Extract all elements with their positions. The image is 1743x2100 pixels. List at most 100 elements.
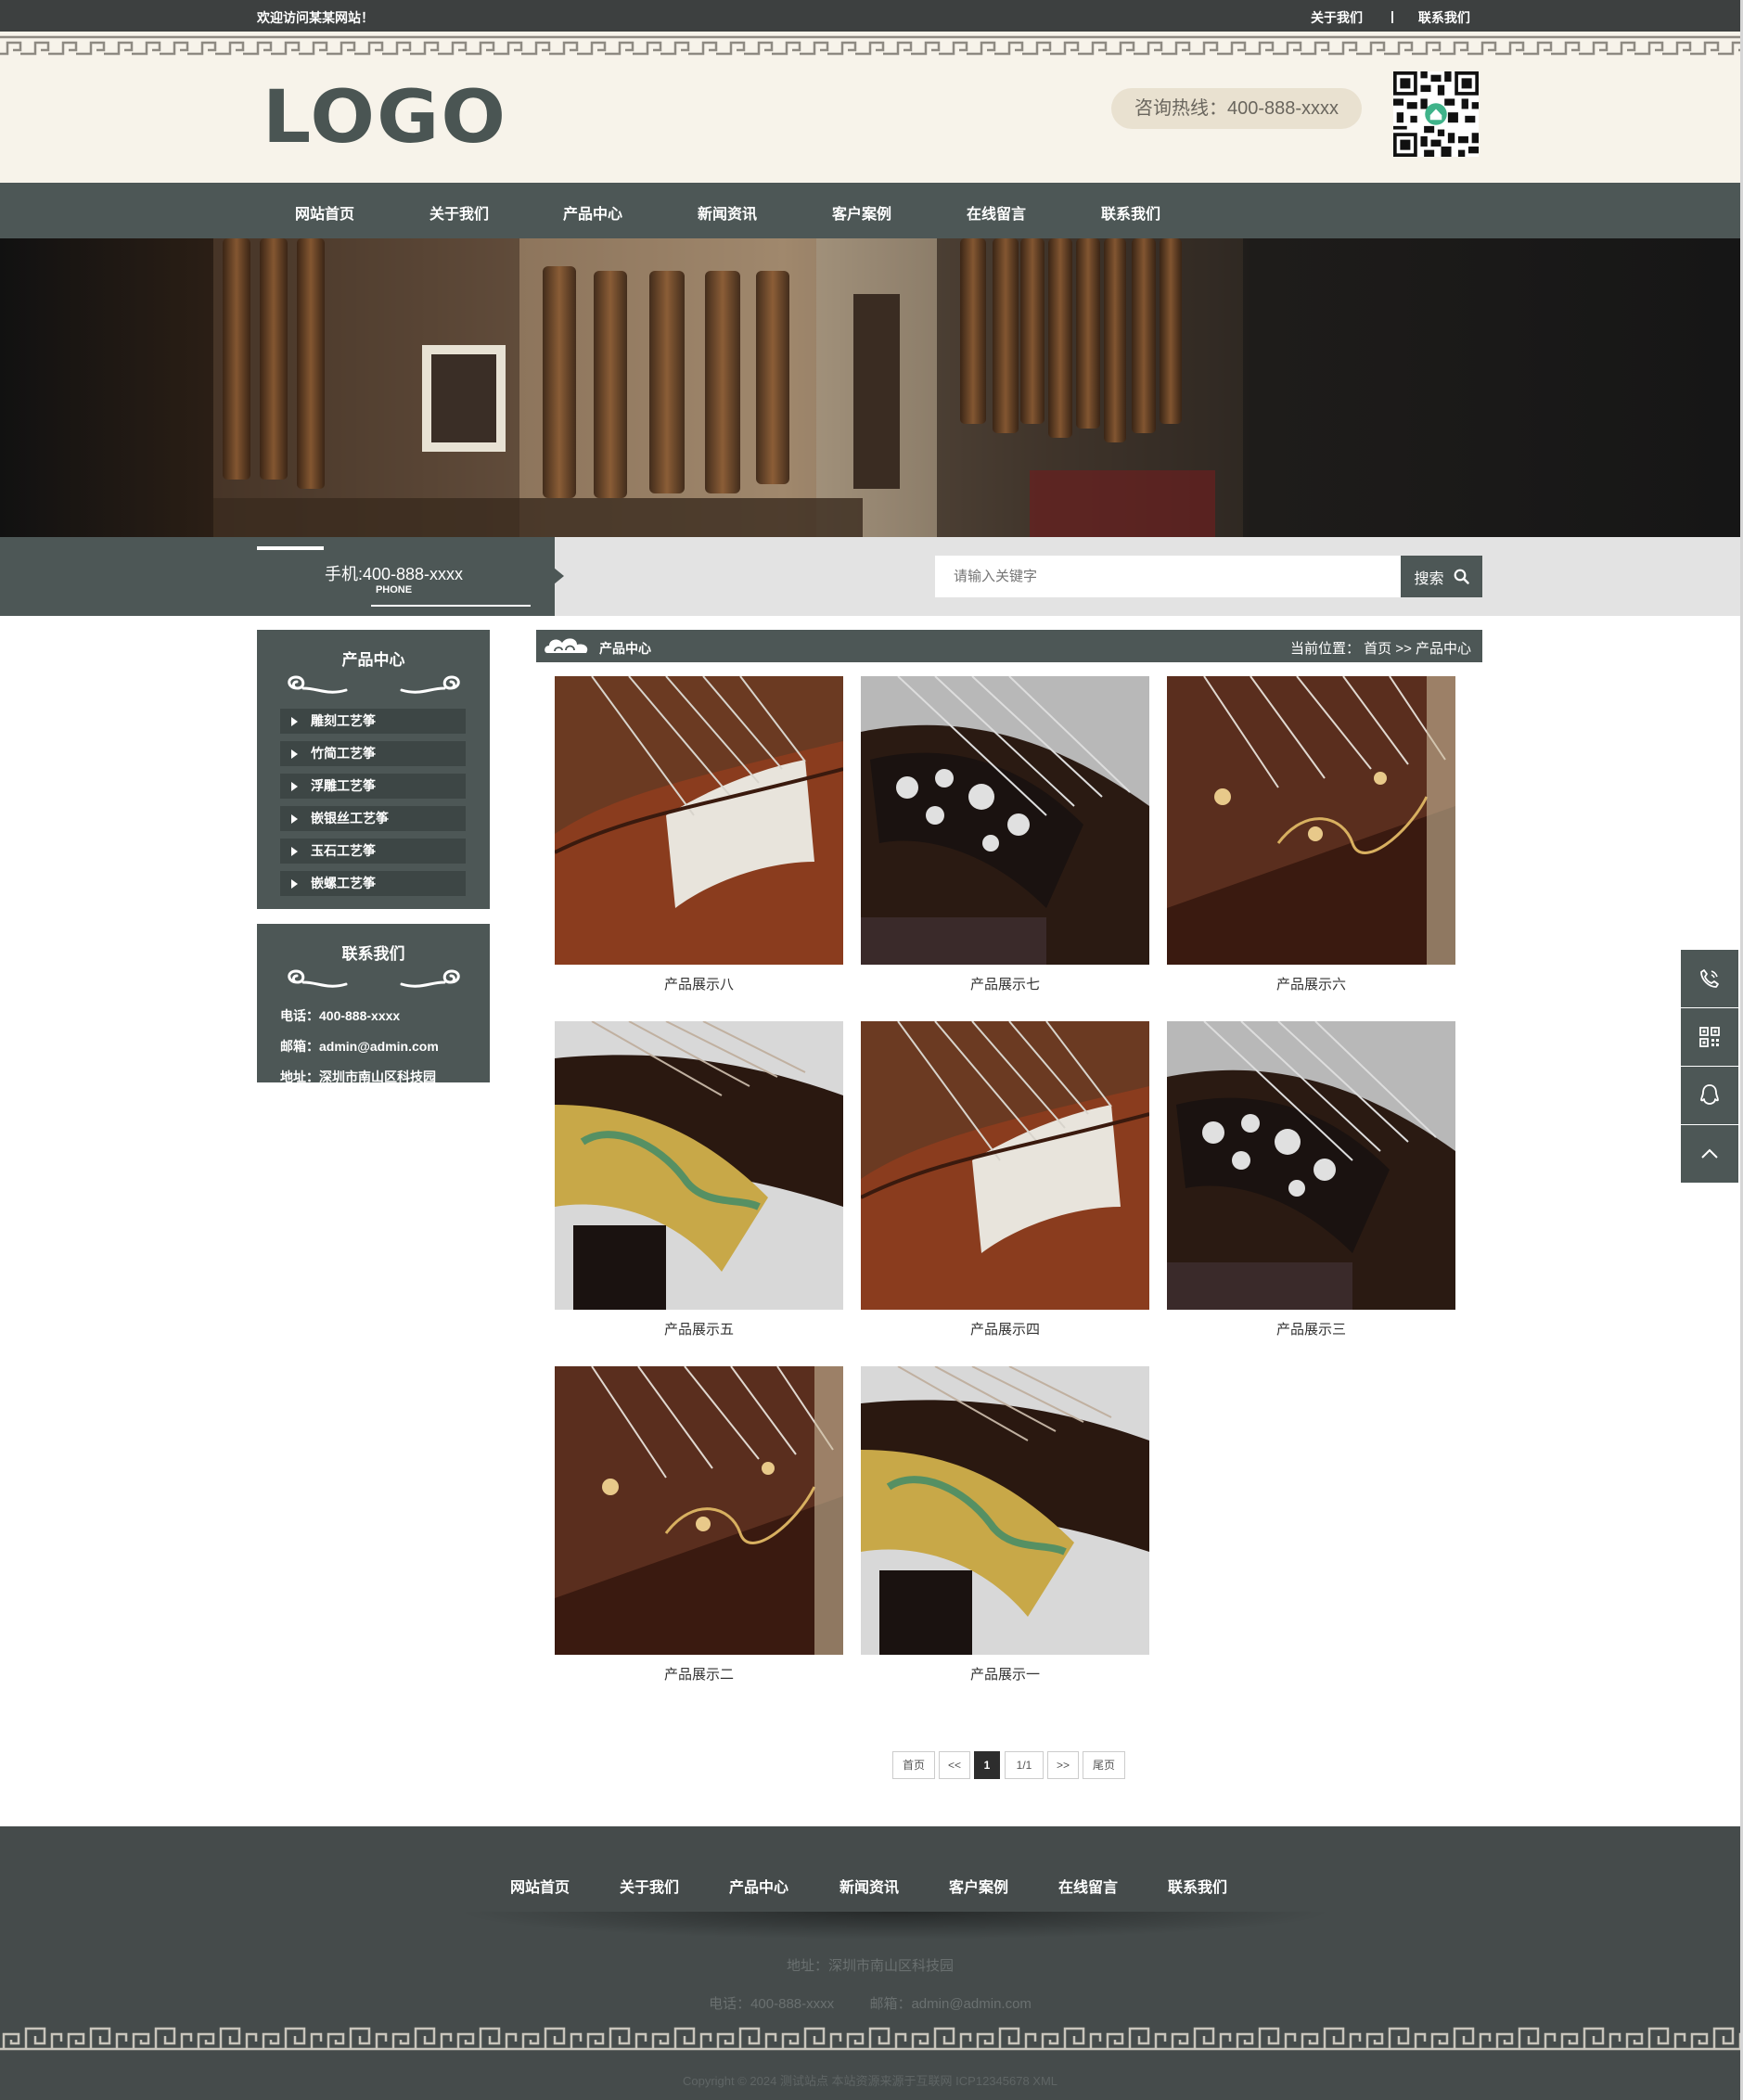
float-phone-button[interactable] — [1681, 950, 1738, 1007]
float-qq-button[interactable] — [1681, 1067, 1738, 1124]
sidebar-products-title: 产品中心 — [341, 651, 405, 669]
top-links: 关于我们 | 联系我们 — [1311, 8, 1470, 27]
product-image[interactable] — [861, 676, 1149, 965]
pager-total: 1/1 — [1005, 1751, 1044, 1779]
product-image[interactable] — [555, 1021, 843, 1310]
qq-chat-icon — [1700, 1084, 1719, 1105]
search-button[interactable]: 搜索 — [1401, 556, 1482, 597]
fret-border-decoration — [0, 32, 1740, 59]
category-label: 玉石工艺筝 — [311, 843, 376, 858]
footer-shadow — [455, 1912, 1336, 1940]
product-caption[interactable]: 产品展示二 — [555, 1664, 843, 1684]
product-image[interactable] — [861, 1021, 1149, 1310]
cloud-icon — [545, 638, 588, 653]
category-item[interactable]: 玉石工艺筝 — [280, 839, 466, 864]
product-card[interactable]: 产品展示七 — [861, 676, 1149, 993]
product-image[interactable] — [555, 1366, 843, 1655]
phone-box-underline — [371, 605, 531, 607]
product-card[interactable]: 产品展示二 — [555, 1366, 843, 1684]
footer-address: 地址：深圳市南山区科技园 — [786, 1958, 954, 1974]
product-card[interactable]: 产品展示一 — [861, 1366, 1149, 1684]
footer-nav-products[interactable]: 产品中心 — [729, 1875, 788, 1897]
phone-label: PHONE — [375, 584, 413, 595]
top-link-about[interactable]: 关于我们 — [1311, 8, 1363, 27]
float-qr-button[interactable] — [1681, 1008, 1738, 1066]
scroll-ornament-icon — [287, 675, 460, 694]
top-bar: 欢迎访问某某网站！ 关于我们 | 联系我们 — [0, 0, 1740, 32]
nav-item-home[interactable]: 网站首页 — [295, 201, 354, 224]
product-card[interactable]: 产品展示三 — [1167, 1021, 1455, 1338]
site-logo[interactable]: LOGO — [263, 76, 507, 160]
nav-item-cases[interactable]: 客户案例 — [832, 201, 891, 224]
footer-nav-about[interactable]: 关于我们 — [620, 1875, 679, 1897]
section-title: 产品中心 — [599, 641, 651, 656]
section-header: 产品中心 当前位置： 首页 >> 产品中心 — [536, 630, 1482, 662]
qr-code-icon — [1393, 71, 1479, 157]
footer-nav-news[interactable]: 新闻资讯 — [839, 1875, 899, 1897]
phone-number: 手机:400-888-xxxx — [324, 565, 464, 583]
qr-code-icon — [1699, 1027, 1720, 1047]
product-image[interactable] — [555, 676, 843, 965]
main-nav: 网站首页 关于我们 产品中心 新闻资讯 客户案例 在线留言 联系我们 — [0, 183, 1740, 238]
contact-address: 地址：深圳市南山区科技园 — [280, 1069, 436, 1084]
copyright: Copyright © 2024 测试站点 本站资源来源于互联网 ICP1234… — [682, 2074, 1058, 2088]
product-caption[interactable]: 产品展示一 — [861, 1664, 1149, 1684]
product-card[interactable]: 产品展示六 — [1167, 676, 1455, 993]
category-label: 浮雕工艺筝 — [311, 778, 376, 793]
nav-item-contact[interactable]: 联系我们 — [1101, 201, 1160, 224]
nav-item-message[interactable]: 在线留言 — [967, 201, 1026, 224]
category-item[interactable]: 竹简工艺筝 — [280, 741, 466, 766]
contact-phone: 电话：400-888-xxxx — [280, 1008, 401, 1023]
phone-box-bar — [257, 546, 324, 550]
header: LOGO 咨询热线：400-888-xxxx — [0, 32, 1740, 183]
product-card[interactable]: 产品展示五 — [555, 1021, 843, 1338]
footer-nav-message[interactable]: 在线留言 — [1058, 1875, 1118, 1897]
hotline-badge: 咨询热线：400-888-xxxx — [1111, 88, 1362, 129]
footer-email: 邮箱：admin@admin.com — [869, 1996, 1032, 2012]
banner-image — [0, 238, 1740, 537]
pager-next[interactable]: >> — [1047, 1751, 1079, 1779]
info-search-strip: 手机:400-888-xxxx PHONE 搜索 — [0, 537, 1740, 616]
nav-item-about[interactable]: 关于我们 — [429, 201, 489, 224]
product-caption[interactable]: 产品展示七 — [861, 974, 1149, 993]
pager-prev[interactable]: << — [939, 1751, 970, 1779]
pager-current[interactable]: 1 — [974, 1751, 1000, 1779]
product-image[interactable] — [1167, 1021, 1455, 1310]
footer: 网站首页 关于我们 产品中心 新闻资讯 客户案例 在线留言 联系我们 地址：深圳… — [0, 1826, 1740, 2100]
contact-email: 邮箱：admin@admin.com — [280, 1039, 439, 1054]
footer-nav-cases[interactable]: 客户案例 — [949, 1875, 1008, 1897]
product-caption[interactable]: 产品展示六 — [1167, 974, 1455, 993]
product-card[interactable]: 产品展示八 — [555, 676, 843, 993]
search-input[interactable] — [935, 556, 1401, 597]
product-caption[interactable]: 产品展示三 — [1167, 1319, 1455, 1338]
phone-icon — [1700, 969, 1719, 988]
nav-item-products[interactable]: 产品中心 — [563, 201, 622, 224]
product-image[interactable] — [861, 1366, 1149, 1655]
footer-nav-contact[interactable]: 联系我们 — [1168, 1875, 1227, 1897]
category-item[interactable]: 嵌银丝工艺筝 — [280, 806, 466, 831]
category-item[interactable]: 浮雕工艺筝 — [280, 774, 466, 799]
top-link-contact[interactable]: 联系我们 — [1418, 8, 1470, 27]
float-back-to-top-button[interactable] — [1681, 1125, 1738, 1183]
category-item[interactable]: 嵌螺工艺筝 — [280, 871, 466, 896]
pager-last[interactable]: 尾页 — [1083, 1751, 1125, 1779]
top-link-separator: | — [1391, 8, 1394, 23]
nav-item-news[interactable]: 新闻资讯 — [698, 201, 757, 224]
product-caption[interactable]: 产品展示八 — [555, 974, 843, 993]
pager-first[interactable]: 首页 — [892, 1751, 935, 1779]
product-image[interactable] — [1167, 676, 1455, 965]
category-item[interactable]: 雕刻工艺筝 — [280, 709, 466, 734]
search-icon — [1454, 569, 1469, 584]
sidebar-products: 产品中心 雕刻工艺筝 竹简工艺筝 浮雕工艺筝 嵌银丝工艺筝 玉石工艺筝 嵌螺工艺… — [257, 630, 490, 909]
hero-banner — [0, 238, 1740, 537]
triangle-right-icon — [291, 716, 298, 726]
category-label: 嵌螺工艺筝 — [311, 876, 376, 890]
triangle-right-icon — [291, 781, 298, 791]
footer-nav-home[interactable]: 网站首页 — [510, 1875, 570, 1897]
search-button-label: 搜索 — [1414, 570, 1444, 587]
product-caption[interactable]: 产品展示五 — [555, 1319, 843, 1338]
footer-phone: 电话：400-888-xxxx — [709, 1996, 835, 2012]
product-card[interactable]: 产品展示四 — [861, 1021, 1149, 1338]
phone-box-arrow — [554, 568, 564, 584]
product-caption[interactable]: 产品展示四 — [861, 1319, 1149, 1338]
